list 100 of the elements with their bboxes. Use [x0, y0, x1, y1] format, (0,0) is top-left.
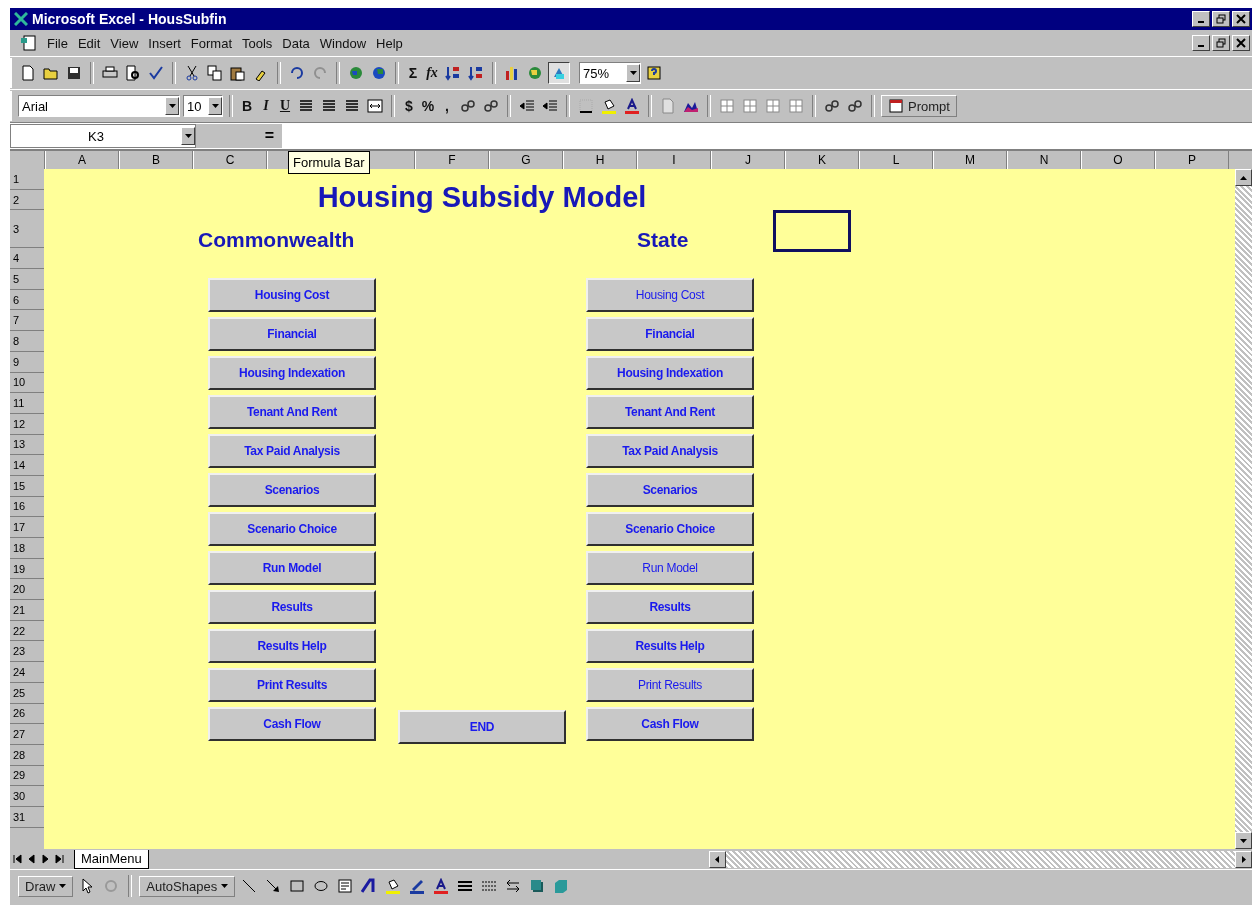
column-header[interactable]: I	[672, 153, 676, 167]
menu-item[interactable]: View	[105, 35, 144, 51]
number-format-button[interactable]: %	[420, 98, 436, 114]
column-header[interactable]: O	[1113, 153, 1123, 167]
autoshapes-menu-button[interactable]: AutoShapes	[139, 875, 236, 897]
text-style-button[interactable]: B	[239, 98, 255, 114]
number-format-button[interactable]: $	[401, 98, 417, 114]
column-header[interactable]: F	[448, 153, 456, 167]
column-header[interactable]: A	[78, 153, 86, 167]
menu-item[interactable]: File	[42, 35, 73, 51]
macro-button[interactable]: Run Model	[586, 551, 754, 585]
function-button[interactable]: fx	[424, 65, 440, 81]
zoom-dropdown[interactable]: 75%	[579, 62, 641, 84]
macro-button[interactable]: Run Model	[208, 551, 376, 585]
menu-item[interactable]: Data	[277, 35, 315, 51]
macro-button[interactable]: Tax Paid Analysis	[208, 434, 376, 468]
merge-center-icon[interactable]	[365, 96, 385, 116]
column-header[interactable]: C	[225, 153, 235, 167]
macro-button[interactable]: Scenario Choice	[586, 512, 754, 546]
macro-button[interactable]: Print Results	[208, 668, 376, 702]
macro-button[interactable]: Housing Cost	[586, 278, 754, 312]
menu-item[interactable]: Window	[314, 35, 372, 51]
scroll-down-icon[interactable]	[1240, 838, 1247, 843]
horizontal-scrollbar[interactable]	[708, 850, 1252, 868]
macro-button[interactable]: Results Help	[208, 629, 376, 663]
scroll-up-icon[interactable]	[1240, 175, 1247, 180]
close-icon	[1236, 38, 1246, 48]
menu-item[interactable]: Help	[371, 35, 408, 51]
column-header[interactable]: P	[1188, 153, 1196, 167]
drawing-icon[interactable]	[548, 62, 570, 84]
copy-icon[interactable]	[205, 63, 225, 83]
menu-item[interactable]: Insert	[143, 35, 186, 51]
help-icon[interactable]	[644, 63, 664, 83]
column-header[interactable]: N	[1039, 153, 1049, 167]
prompt-button[interactable]: Prompt	[881, 95, 957, 117]
restore-button[interactable]	[1212, 35, 1230, 51]
macro-button[interactable]: Results	[586, 590, 754, 624]
dropdown-arrow-icon	[59, 884, 67, 888]
end-button[interactable]: END	[398, 710, 566, 744]
selected-cell[interactable]	[773, 210, 851, 252]
macro-button[interactable]: Tenant And Rent	[586, 395, 754, 429]
minimize-button[interactable]	[1192, 35, 1210, 51]
sheet-tab[interactable]: MainMenu	[74, 849, 149, 869]
macro-button[interactable]: Cash Flow	[208, 707, 376, 741]
macro-button[interactable]: Housing Indexation	[586, 356, 754, 390]
font-color-icon[interactable]	[622, 96, 642, 116]
column-header[interactable]: L	[892, 153, 900, 167]
macro-button[interactable]: Housing Indexation	[208, 356, 376, 390]
font-dropdown[interactable]: Arial	[18, 95, 180, 117]
macro-button[interactable]: Financial	[208, 317, 376, 351]
vertical-scrollbar[interactable]	[1235, 169, 1252, 849]
column-header[interactable]: H	[595, 153, 605, 167]
macro-button[interactable]: Tax Paid Analysis	[586, 434, 754, 468]
restore-icon	[1216, 14, 1226, 24]
fill-color-icon[interactable]	[599, 96, 619, 116]
macro-button[interactable]: Cash Flow	[586, 707, 754, 741]
name-box[interactable]: K3	[10, 124, 196, 148]
close-button[interactable]	[1232, 11, 1250, 27]
macro-button[interactable]: Results Help	[586, 629, 754, 663]
restore-button[interactable]	[1212, 11, 1230, 27]
macro-button[interactable]: Tenant And Rent	[208, 395, 376, 429]
menu-item[interactable]: Edit	[72, 35, 106, 51]
column-header[interactable]: G	[521, 153, 531, 167]
document-icon[interactable]	[20, 35, 38, 51]
dropdown-arrow-icon	[221, 884, 229, 888]
column-header[interactable]: M	[965, 153, 975, 167]
column-header[interactable]: K	[818, 153, 826, 167]
macro-button[interactable]: Scenarios	[208, 473, 376, 507]
scroll-right-icon[interactable]	[1241, 855, 1246, 863]
number-format-button[interactable]: ,	[439, 98, 455, 114]
autosum-button[interactable]: Σ	[405, 65, 421, 81]
macro-button[interactable]: Scenario Choice	[208, 512, 376, 546]
close-button[interactable]	[1232, 35, 1250, 51]
draw-menu-button[interactable]: Draw	[18, 875, 74, 897]
macro-button[interactable]: Scenarios	[586, 473, 754, 507]
tooltip: Formula Bar	[288, 151, 370, 174]
minimize-icon	[1198, 21, 1204, 23]
scroll-left-icon[interactable]	[715, 855, 720, 863]
macro-button[interactable]: Results	[208, 590, 376, 624]
minimize-icon	[1198, 45, 1204, 47]
menu-item[interactable]: Tools	[237, 35, 278, 51]
restore-icon	[1216, 38, 1226, 48]
close-icon	[1236, 14, 1246, 24]
text-style-button[interactable]: I	[258, 98, 274, 114]
minimize-button[interactable]	[1192, 11, 1210, 27]
dropdown-arrow-icon	[184, 134, 192, 138]
column-header[interactable]: B	[152, 153, 160, 167]
window-title: Microsoft Excel - HousSubfin	[32, 11, 227, 27]
text-style-button[interactable]: U	[277, 98, 293, 114]
macro-button[interactable]: Print Results	[586, 668, 754, 702]
macro-button[interactable]: Housing Cost	[208, 278, 376, 312]
macro-button[interactable]: Financial	[586, 317, 754, 351]
equals-button[interactable]: =	[196, 124, 282, 148]
menu-item[interactable]: Format	[185, 35, 237, 51]
sheet-title: Housing Subsidy Model	[316, 181, 648, 214]
column-header[interactable]: J	[745, 153, 751, 167]
dropdown-arrow-icon	[211, 104, 219, 108]
font-size-dropdown[interactable]: 10	[183, 95, 223, 117]
borders-icon[interactable]	[576, 96, 596, 116]
document-icon	[888, 98, 904, 114]
